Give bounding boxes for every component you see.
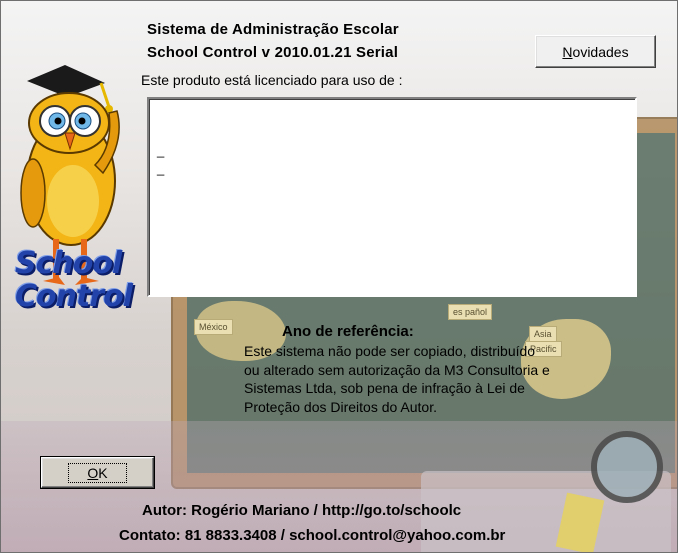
disclaimer-line: Proteção dos Direitos do Autor.: [244, 398, 437, 415]
novidades-button-label: Novidades: [562, 43, 629, 60]
disclaimer-line: Sistemas Ltda, sob pena de infração à Le…: [244, 380, 525, 396]
disclaimer-line: ou alterado sem autorização da M3 Consul…: [244, 361, 550, 378]
disclaimer-line: Este sistema não pode ser copiado, distr…: [244, 343, 536, 359]
map-card: es pañol: [448, 304, 493, 320]
about-dialog: México Asia Pacific es pañol School Cont…: [0, 0, 678, 553]
license-line: _: [157, 161, 165, 176]
app-title: Sistema de Administração Escolar: [147, 21, 399, 38]
map-card: Asia: [529, 326, 557, 342]
school-control-logo: School Control: [15, 247, 133, 313]
reference-year-label: Ano de referência:: [282, 323, 414, 340]
logo-line-2: Control: [15, 279, 133, 314]
copyright-disclaimer: Este sistema não pode ser copiado, distr…: [244, 342, 624, 416]
logo-line-1: School: [15, 246, 122, 281]
app-version: School Control v 2010.01.21 Serial: [147, 44, 399, 61]
license-holder-textbox[interactable]: _ _: [147, 97, 637, 297]
ok-button[interactable]: OK: [40, 456, 155, 489]
novidades-button[interactable]: Novidades: [535, 35, 656, 68]
map-card: México: [194, 319, 233, 335]
license-line: _: [157, 143, 165, 158]
license-label: Este produto está licenciado para uso de…: [141, 72, 403, 88]
author-line: Autor: Rogério Mariano / http://go.to/sc…: [142, 502, 462, 519]
contact-line: Contato: 81 8833.3408 / school.control@y…: [119, 527, 506, 544]
magnifier-graphic: [591, 431, 663, 503]
ok-button-label: OK: [68, 462, 127, 483]
